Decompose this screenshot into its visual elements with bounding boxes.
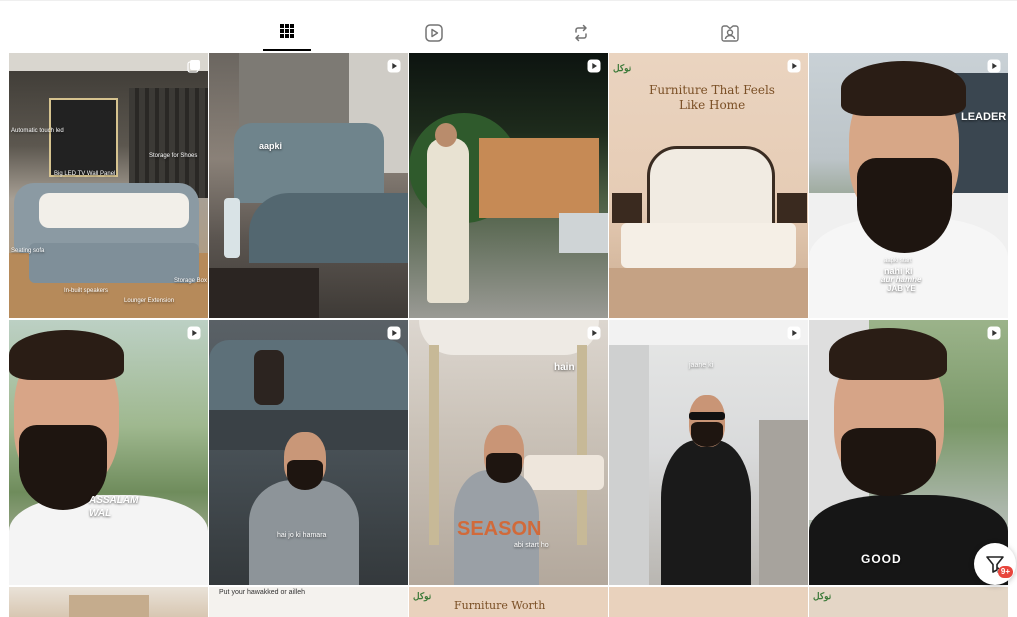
filter-button[interactable]: 9+ — [974, 543, 1016, 585]
reel-icon — [387, 59, 401, 73]
post-tile[interactable]: نوکل Furniture Worth — [409, 587, 608, 617]
reels-icon — [425, 24, 443, 42]
reel-icon — [987, 326, 1001, 340]
caption: Lounger Extension — [124, 298, 175, 304]
reel-icon — [587, 326, 601, 340]
post-tile[interactable]: jaane ki — [609, 320, 808, 585]
tab-posts[interactable] — [269, 14, 305, 50]
brand-logo: نوکل — [613, 63, 632, 73]
reel-icon — [787, 326, 801, 340]
reel-icon — [987, 59, 1001, 73]
reel-icon — [787, 59, 801, 73]
post-tile[interactable]: hai jo ki hamara — [209, 320, 408, 585]
caption: Like Home — [679, 98, 746, 112]
repost-icon — [575, 24, 587, 42]
tab-reels[interactable] — [416, 14, 452, 50]
caption: LEADER — [961, 111, 1007, 123]
caption: aur hamne — [881, 275, 922, 284]
grid-icon — [280, 24, 294, 38]
tagged-icon — [721, 25, 739, 42]
tab-reposts[interactable] — [563, 14, 599, 50]
caption: aapki start — [884, 258, 912, 264]
filter-count-badge: 9+ — [997, 566, 1013, 578]
post-tile[interactable]: aapki — [209, 53, 408, 318]
reel-icon — [187, 326, 201, 340]
post-tile[interactable] — [409, 53, 608, 318]
post-tile[interactable]: LEADER aapki start nahi ki aur hamne JAB… — [809, 53, 1008, 318]
caption: Put your hawakked or ailleh — [219, 589, 305, 596]
caption: JAB YE — [887, 284, 916, 293]
caption: WAL — [89, 508, 112, 519]
post-tile[interactable]: نوکل Furniture That Feels Like Home — [609, 53, 808, 318]
post-tile[interactable]: hain SEASON abi start ho — [409, 320, 608, 585]
caption: ASSALAM — [89, 495, 139, 506]
caption: aapki — [259, 141, 283, 151]
caption: Big LED TV Wall Panel — [54, 171, 116, 177]
caption: In-built speakers — [64, 288, 109, 294]
reel-icon — [387, 326, 401, 340]
brand-logo: نوکل — [813, 591, 832, 601]
tab-tagged[interactable] — [712, 14, 748, 50]
post-tile[interactable] — [9, 587, 208, 617]
post-tile[interactable]: Automatic touch led Big LED TV Wall Pane… — [9, 53, 208, 318]
post-tile[interactable] — [609, 587, 808, 617]
caption: Storage Box — [174, 278, 208, 284]
caption: Automatic touch led — [11, 128, 64, 134]
caption: Storage for Shoes — [149, 153, 198, 159]
reel-icon — [587, 59, 601, 73]
caption: GOOD — [861, 552, 902, 566]
caption: Furniture That Feels — [649, 83, 775, 97]
brand-logo: نوکل — [413, 591, 432, 601]
caption: Furniture Worth — [454, 599, 546, 612]
caption: hain — [554, 362, 575, 373]
carousel-icon — [187, 60, 200, 73]
active-tab-indicator — [263, 49, 311, 51]
caption: Seating sofa — [11, 248, 45, 254]
post-tile[interactable]: ASSALAM WAL — [9, 320, 208, 585]
profile-tabs — [0, 0, 1017, 52]
caption: jaane ki — [689, 362, 714, 369]
post-tile[interactable]: GOOD — [809, 320, 1008, 585]
caption: abi start ho — [514, 542, 549, 549]
caption: hai jo ki hamara — [277, 532, 327, 539]
posts-grid: Automatic touch led Big LED TV Wall Pane… — [9, 53, 1009, 617]
post-tile[interactable]: Put your hawakked or ailleh — [209, 587, 408, 617]
post-tile[interactable]: نوکل — [809, 587, 1008, 617]
caption: SEASON — [457, 518, 542, 540]
